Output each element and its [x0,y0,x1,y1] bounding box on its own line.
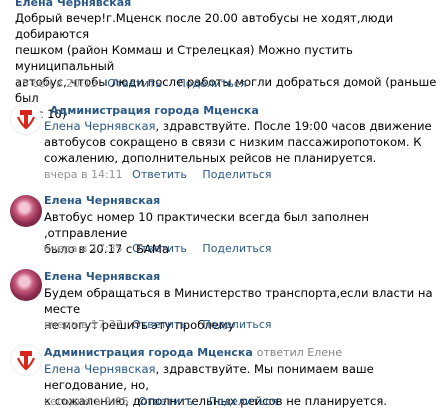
comment-meta: вчера в 17:35 Ответить Поделиться [44,242,272,255]
reply-button[interactable]: Ответить [132,242,187,255]
comment-text-line: сожалению, дополнительных рейсов не план… [44,151,377,165]
comment-text-line: Будем обращаться в Министерство транспор… [44,286,433,316]
avatar[interactable] [10,195,42,227]
avatar[interactable] [10,103,42,135]
mention-link[interactable]: Елена Чернявская [44,119,156,133]
comment-text-line: Елена Чернявская, здравствуйте. Мы поним… [44,361,439,393]
reply-button[interactable]: Ответить [132,168,187,181]
comment-text: Елена Чернявская, здравствуйте. После 19… [44,118,439,166]
author-name[interactable]: Администрация города Мценска [44,346,253,359]
comment-date[interactable]: сегодня в 9:05 [44,395,129,408]
reply-button[interactable]: Ответить [132,318,187,331]
share-button[interactable]: Поделиться [177,77,246,90]
share-button[interactable]: Поделиться [202,168,271,181]
comment-meta: вчера в 14:11 Ответить Поделиться [44,168,272,181]
comment-text-line: Добрый вечер!г.Мценск после 20.00 автобу… [15,11,394,41]
comment-meta: 15 сен в 20:13 Ответить Поделиться [15,77,247,90]
comment-author[interactable]: Елена Чернявская [44,270,160,283]
comment-date[interactable]: вчера в 17:35 [44,242,123,255]
comment-author: Администрация города Мценска ответил Елен… [44,346,342,359]
comment-meta: сегодня в 9:05 Ответить Поделиться [44,395,278,408]
comment-date[interactable]: вчера в 17:37 [44,318,123,331]
comment-text-line: автобусов сокращено в связи с низким пас… [44,135,422,149]
comment-text-fragment: , здравствуйте. После 19:00 часов движен… [155,119,432,133]
comment-author[interactable]: Елена Чернявская [44,194,160,207]
avatar[interactable] [10,269,42,301]
share-button[interactable]: Поделиться [202,318,271,331]
share-button[interactable]: Поделиться [209,395,278,408]
comment-text-line: Елена Чернявская, здравствуйте. После 19… [44,118,439,134]
mention-link[interactable]: Елена Чернявская [44,362,156,376]
comment-meta: вчера в 17:37 Ответить Поделиться [44,318,272,331]
comment-date[interactable]: 15 сен в 20:13 [15,77,98,90]
comment-text-line: пешком (район Коммаш и Стрелецкая) Можно… [15,43,353,73]
avatar[interactable] [10,344,42,376]
share-button[interactable]: Поделиться [202,242,271,255]
reply-button[interactable]: Ответить [138,395,193,408]
mtsensk-emblem-icon [16,351,36,371]
reply-button[interactable]: Ответить [107,77,162,90]
comment-text-line: Автобус номер 10 практически всегда был … [44,210,369,240]
mtsensk-emblem-icon [16,110,36,130]
comment-date[interactable]: вчера в 14:11 [44,168,123,181]
comment-author[interactable]: Администрация города Мценска [50,104,259,117]
comment-author[interactable]: Елена Чернявская [15,0,131,9]
replied-to-label[interactable]: ответил Елене [257,346,342,359]
